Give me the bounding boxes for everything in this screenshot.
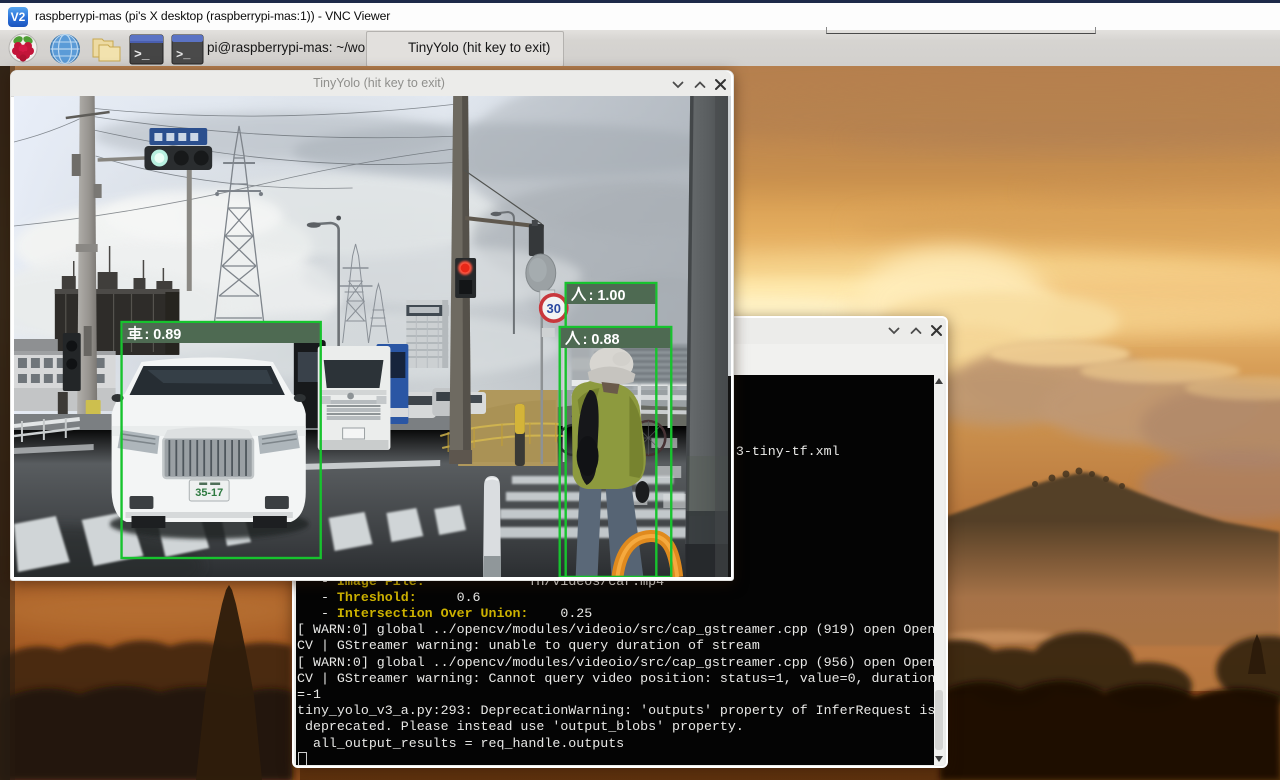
- svg-text:30: 30: [547, 301, 561, 316]
- svg-text:>_: >_: [176, 48, 191, 62]
- svg-text:: 1.00: : 1.00: [589, 288, 626, 304]
- svg-text:: 0.88: : 0.88: [583, 332, 620, 348]
- svg-text:35-17: 35-17: [195, 487, 223, 499]
- svg-text:>_: >_: [134, 47, 150, 62]
- svg-text:: 0.89: : 0.89: [144, 327, 181, 343]
